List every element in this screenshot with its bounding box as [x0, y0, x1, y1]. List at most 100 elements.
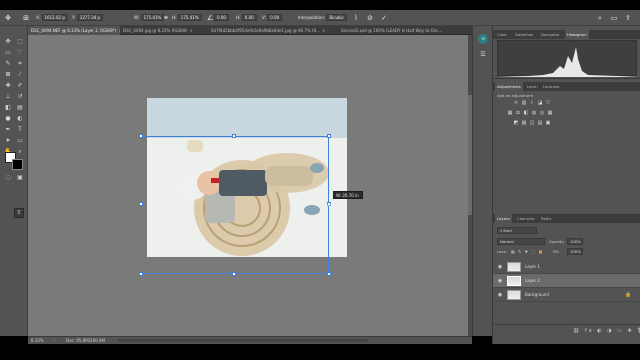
width-scale[interactable]: W: 175.41% [134, 14, 165, 22]
photo-filter-icon[interactable]: ◍ [531, 110, 537, 116]
tab-swatches[interactable]: Swatches [513, 30, 535, 39]
move-tool[interactable]: ✥ [4, 38, 12, 46]
share-icon[interactable]: ⇪ [624, 14, 632, 22]
fill-field[interactable]: 100% [567, 248, 583, 255]
tab-adjustments[interactable]: Adjustments [495, 82, 523, 91]
brightness-contrast-icon[interactable]: ☼ [513, 100, 519, 106]
h-field[interactable]: 175.41% [177, 14, 202, 21]
tab-document-2[interactable]: DSC_6094.jpg @ 8.33% (RGB/8) × [120, 26, 208, 35]
horizontal-scrollbar[interactable] [118, 339, 368, 342]
close-icon[interactable]: × [322, 28, 325, 33]
search-icon[interactable]: ⌕ [596, 14, 604, 22]
close-icon[interactable]: × [189, 28, 192, 33]
pen-tool[interactable]: ✒ [4, 126, 12, 134]
frame-tool[interactable]: ⊠ [4, 71, 12, 79]
tab-layers[interactable]: Layers [495, 214, 512, 223]
layer-actions-icons[interactable]: ⛓ fx ◐ ◑ ▭ ✚ 🗑 [573, 328, 640, 334]
height-scale[interactable]: H: 175.41% [172, 14, 202, 22]
layer-row-layer-2[interactable]: ◉ Layer 2 [493, 274, 640, 288]
layer-row-layer-1[interactable]: ◉ Layer 1 [493, 260, 640, 274]
tab-learn[interactable]: Learn [525, 82, 540, 91]
tab-paths[interactable]: Paths [539, 214, 553, 223]
color-balance-icon[interactable]: ⚖ [515, 110, 521, 116]
x-field[interactable]: 1612.02 p [41, 14, 68, 21]
y-field[interactable]: 1277.34 p [76, 14, 104, 21]
screen-mode-icon[interactable]: ▣ [16, 174, 24, 182]
background-color-swatch[interactable] [12, 159, 23, 170]
transform-handle-top-right[interactable] [327, 134, 331, 138]
layer-name[interactable]: Layer 1 [525, 260, 540, 274]
eye-icon[interactable]: ◉ [497, 292, 503, 298]
black-white-icon[interactable]: ◧ [523, 110, 529, 116]
shape-tool[interactable]: ▭ [16, 137, 24, 145]
eraser-tool[interactable]: ◧ [4, 104, 12, 112]
transform-bounding-box[interactable] [139, 134, 331, 276]
quick-select-tool[interactable]: ✎ [4, 60, 12, 68]
transform-handle-bottom[interactable] [232, 272, 236, 276]
tab-document-4[interactable]: Second2.psd @ 100% (LEADY Is Halt Way to… [338, 26, 472, 35]
artboard-tool[interactable]: ⬚ [16, 38, 24, 46]
path-select-tool[interactable]: ➤ [4, 137, 12, 145]
posterize-icon[interactable]: ▨ [521, 120, 527, 126]
levels-icon[interactable]: ▥ [521, 100, 527, 106]
document-info[interactable]: Doc: 95.8M/260.4M [66, 337, 105, 344]
gradient-tool[interactable]: ▤ [16, 104, 24, 112]
history-icon[interactable]: ⟲ [478, 34, 488, 44]
selective-color-icon[interactable]: ▣ [545, 120, 551, 126]
transform-handle-left[interactable] [139, 202, 143, 206]
zoom-level[interactable]: 8.33% [31, 337, 44, 344]
w-field[interactable]: 175.41% [140, 14, 165, 21]
marquee-tool[interactable]: ▭ [4, 49, 12, 57]
type-tool[interactable]: T [16, 126, 24, 134]
tab-libraries[interactable]: Libraries [541, 82, 561, 91]
healing-brush-tool[interactable]: ✚ [4, 82, 12, 90]
layer-name[interactable]: Background [525, 288, 549, 302]
history-brush-tool[interactable]: ↺ [16, 93, 24, 101]
gradient-map-icon[interactable]: ▤ [537, 120, 543, 126]
interpolation[interactable]: Interpolation: Bicubic [298, 14, 347, 22]
angle[interactable]: 0.00 [214, 14, 229, 22]
transform-handle-top-left[interactable] [139, 134, 143, 138]
reference-point-icon[interactable]: ⊞ [22, 14, 30, 22]
layer-row-background[interactable]: ◉ Background [493, 288, 640, 302]
vibrance-icon[interactable]: ▽ [545, 100, 551, 106]
lasso-tool[interactable]: ➰ [16, 49, 24, 57]
transform-handle-bottom-left[interactable] [139, 272, 143, 276]
v-skew[interactable]: V: 0.00 [262, 14, 283, 22]
blur-tool[interactable]: ● [4, 115, 12, 123]
curves-icon[interactable]: ⌇ [529, 100, 535, 106]
edit-toolbar-icon[interactable]: ⠿ [14, 208, 24, 218]
angle-field[interactable]: 0.00 [214, 14, 229, 21]
y-position[interactable]: Y: 1277.34 p [72, 14, 104, 22]
tab-document-3[interactable]: 5d7f4d2bbb4f954e9c6c9a9b8a4de1.jpg @ 96.… [208, 26, 338, 35]
opacity-field[interactable]: 100% [567, 238, 583, 245]
eyedropper-tool[interactable]: ⁄ [16, 71, 24, 79]
x-position[interactable]: X: 1612.02 p [36, 14, 68, 22]
warp-icon[interactable]: ⌇ [352, 14, 360, 22]
v-skew-field[interactable]: 0.00 [267, 14, 283, 21]
zoom-tool[interactable]: ⌕ [16, 148, 24, 156]
crop-tool[interactable]: ⌗ [16, 60, 24, 68]
tab-histogram[interactable]: Histogram [565, 30, 589, 39]
tab-document-1[interactable]: DSC_6094.NEF @ 8.33% (Layer 2, RGB/8*)× [28, 26, 120, 35]
hue-saturation-icon[interactable]: ▦ [507, 110, 513, 116]
lock-icons[interactable]: ▦ ✎ ✥ ⬚ 🔒 [511, 248, 544, 255]
tab-color[interactable]: Color [495, 30, 509, 39]
layer-filter-kind[interactable]: ⌕ Kind [497, 227, 537, 234]
properties-icon[interactable]: ☰ [478, 50, 488, 60]
eye-icon[interactable]: ◉ [497, 264, 503, 270]
channel-mixer-icon[interactable]: ◎ [539, 110, 545, 116]
layer-name[interactable]: Layer 2 [525, 274, 540, 288]
cancel-icon[interactable]: ⊘ [366, 14, 374, 22]
interpolation-select[interactable]: Bicubic [326, 14, 347, 21]
link-icon[interactable]: ⚭ [162, 14, 170, 22]
brush-tool[interactable]: ✐ [16, 82, 24, 90]
eye-icon[interactable]: ◉ [497, 278, 503, 284]
checkmark-icon[interactable]: ✓ [380, 14, 388, 22]
invert-icon[interactable]: ◩ [513, 120, 519, 126]
clone-stamp-tool[interactable]: ⊥ [4, 93, 12, 101]
threshold-icon[interactable]: ◫ [529, 120, 535, 126]
quick-mask-icon[interactable]: ◌ [4, 174, 12, 182]
exposure-icon[interactable]: ◪ [537, 100, 543, 106]
h-skew[interactable]: H: 0.00 [236, 14, 257, 22]
